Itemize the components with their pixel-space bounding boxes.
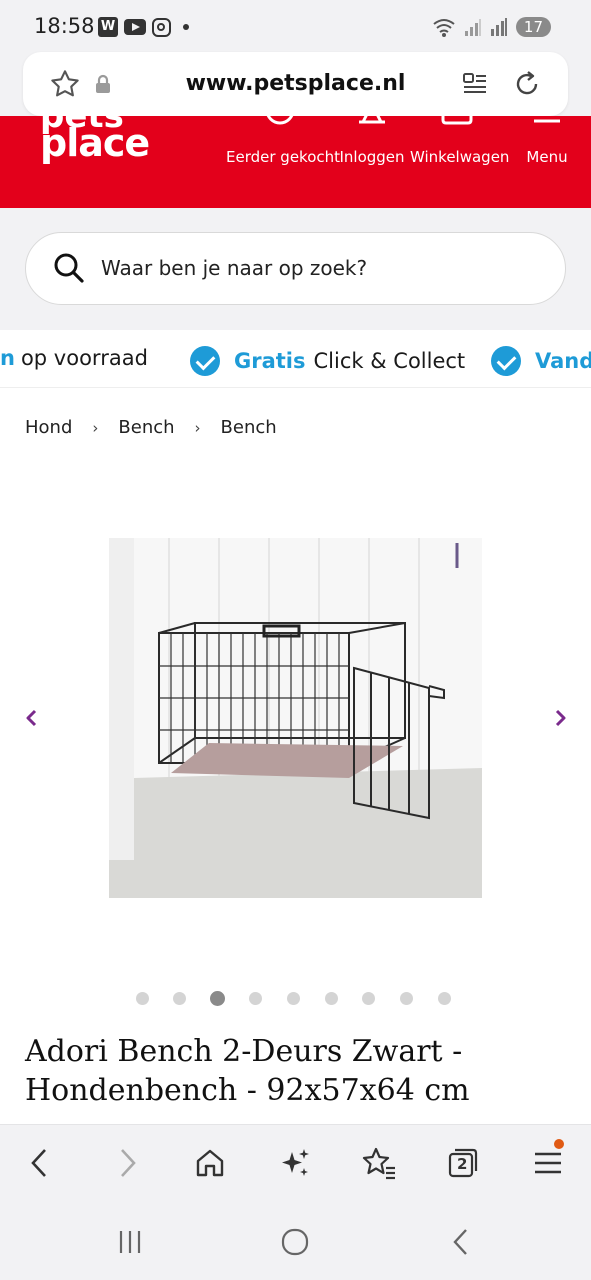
carousel-dot[interactable] (248, 992, 262, 1005)
usp-strip: n op voorraad Gratis Click & Collect Van… (0, 330, 591, 388)
browser-menu-button[interactable] (528, 1139, 568, 1183)
chevron-left-icon (31, 1149, 46, 1177)
system-navigation (0, 1200, 591, 1280)
nav-label: Winkelwagen (410, 148, 510, 166)
product-content: Hond › Bench › Bench Adori Bench 2-Deurs… (0, 388, 591, 1124)
dog-crate-illustration (109, 538, 482, 898)
tabs-button[interactable]: 2 (443, 1143, 483, 1183)
browser-toolbar: 2 (0, 1124, 591, 1200)
recent-apps-icon (119, 1231, 141, 1253)
check-circle-icon (190, 346, 220, 376)
carousel-dot[interactable] (437, 992, 451, 1005)
system-back-button[interactable] (441, 1222, 481, 1262)
usp-delivery: Vanda (491, 346, 591, 376)
search-placeholder: Waar ben je naar op zoek? (101, 256, 368, 280)
signal-icon (464, 19, 481, 36)
carousel-next-icon[interactable] (548, 706, 572, 730)
status-notification-icons: W (98, 17, 189, 37)
carousel-dot[interactable] (173, 992, 187, 1005)
usp-text: op voorraad (20, 346, 148, 370)
nav-cart[interactable]: Winkelwagen (410, 116, 510, 208)
site-logo[interactable]: place (40, 124, 150, 162)
signal-roaming-icon (490, 18, 507, 36)
back-button[interactable] (20, 1143, 60, 1183)
breadcrumb-item[interactable]: Bench (221, 417, 277, 438)
carousel-dot[interactable] (324, 992, 338, 1005)
search-area: Waar ben je naar op zoek? (0, 208, 591, 330)
carousel-dots (0, 989, 591, 1007)
usp-strong: Vanda (535, 349, 591, 373)
nav-previously-bought[interactable]: Eerder gekocht (226, 116, 341, 208)
status-indicators: 17 (432, 16, 551, 38)
battery-level-badge: 17 (515, 17, 551, 37)
usp-partial-prefix: n (0, 346, 15, 370)
breadcrumb: Hond › Bench › Bench (25, 417, 277, 438)
w-app-icon: W (98, 17, 118, 37)
notification-dot-icon (554, 1139, 564, 1149)
history-icon (266, 116, 294, 125)
nav-label: Menu (526, 148, 568, 166)
carousel-prev-icon[interactable] (20, 706, 44, 730)
home-circle-icon (281, 1228, 309, 1256)
system-home-button[interactable] (275, 1222, 315, 1262)
search-input[interactable]: Waar ben je naar op zoek? (25, 232, 566, 305)
carousel-dot[interactable] (286, 992, 300, 1005)
hamburger-icon (535, 1152, 561, 1174)
reload-icon[interactable] (509, 66, 545, 102)
chevron-right-icon: › (92, 418, 99, 437)
nav-label: Inloggen (339, 148, 405, 166)
recent-apps-button[interactable] (110, 1222, 150, 1262)
breadcrumb-item[interactable]: Bench (118, 417, 174, 438)
product-image[interactable] (109, 538, 482, 898)
usp-strong: Gratis (234, 349, 306, 373)
sparkles-icon (282, 1149, 309, 1176)
carousel-dot[interactable] (400, 992, 414, 1005)
address-bar[interactable]: www.petsplace.nl (23, 52, 568, 116)
usp-click-collect: Gratis Click & Collect (190, 346, 465, 376)
site-header: pets place Eerder gekocht Inloggen Winke… (0, 116, 591, 208)
hamburger-icon (534, 119, 560, 123)
search-icon (54, 253, 84, 283)
reader-mode-icon[interactable] (457, 66, 493, 102)
cart-icon (441, 116, 473, 125)
home-button[interactable] (190, 1143, 230, 1183)
bookmarks-button[interactable] (359, 1143, 399, 1183)
home-icon (196, 1149, 224, 1177)
carousel-dot[interactable] (135, 992, 149, 1005)
back-arrow-icon (453, 1229, 467, 1255)
product-title: Adori Bench 2-Deurs Zwart - Hondenbench … (25, 1034, 470, 1108)
chevron-right-icon (121, 1149, 136, 1177)
instagram-icon (152, 17, 171, 37)
usp-text: Click & Collect (313, 349, 466, 373)
breadcrumb-item[interactable]: Hond (25, 417, 72, 438)
bookmark-star-icon (362, 1147, 395, 1180)
nav-menu[interactable]: Menu (520, 116, 574, 208)
nav-label: Eerder gekocht (226, 148, 341, 166)
carousel-dot[interactable] (362, 992, 376, 1005)
usp-stock: n op voorraad (0, 346, 148, 370)
ai-assistant-button[interactable] (275, 1143, 315, 1183)
check-circle-icon (491, 346, 521, 376)
youtube-icon (124, 19, 146, 35)
chevron-right-icon: › (194, 418, 201, 437)
tab-count: 2 (457, 1155, 468, 1173)
user-icon (359, 116, 385, 124)
more-notifications-dot-icon (183, 24, 189, 30)
forward-button[interactable] (107, 1143, 147, 1183)
status-time: 18:58 (34, 14, 95, 38)
wifi-icon (433, 19, 455, 37)
nav-login[interactable]: Inloggen (338, 116, 406, 208)
carousel-dot[interactable] (210, 991, 226, 1006)
status-bar: 18:58 W 17 (0, 0, 591, 56)
